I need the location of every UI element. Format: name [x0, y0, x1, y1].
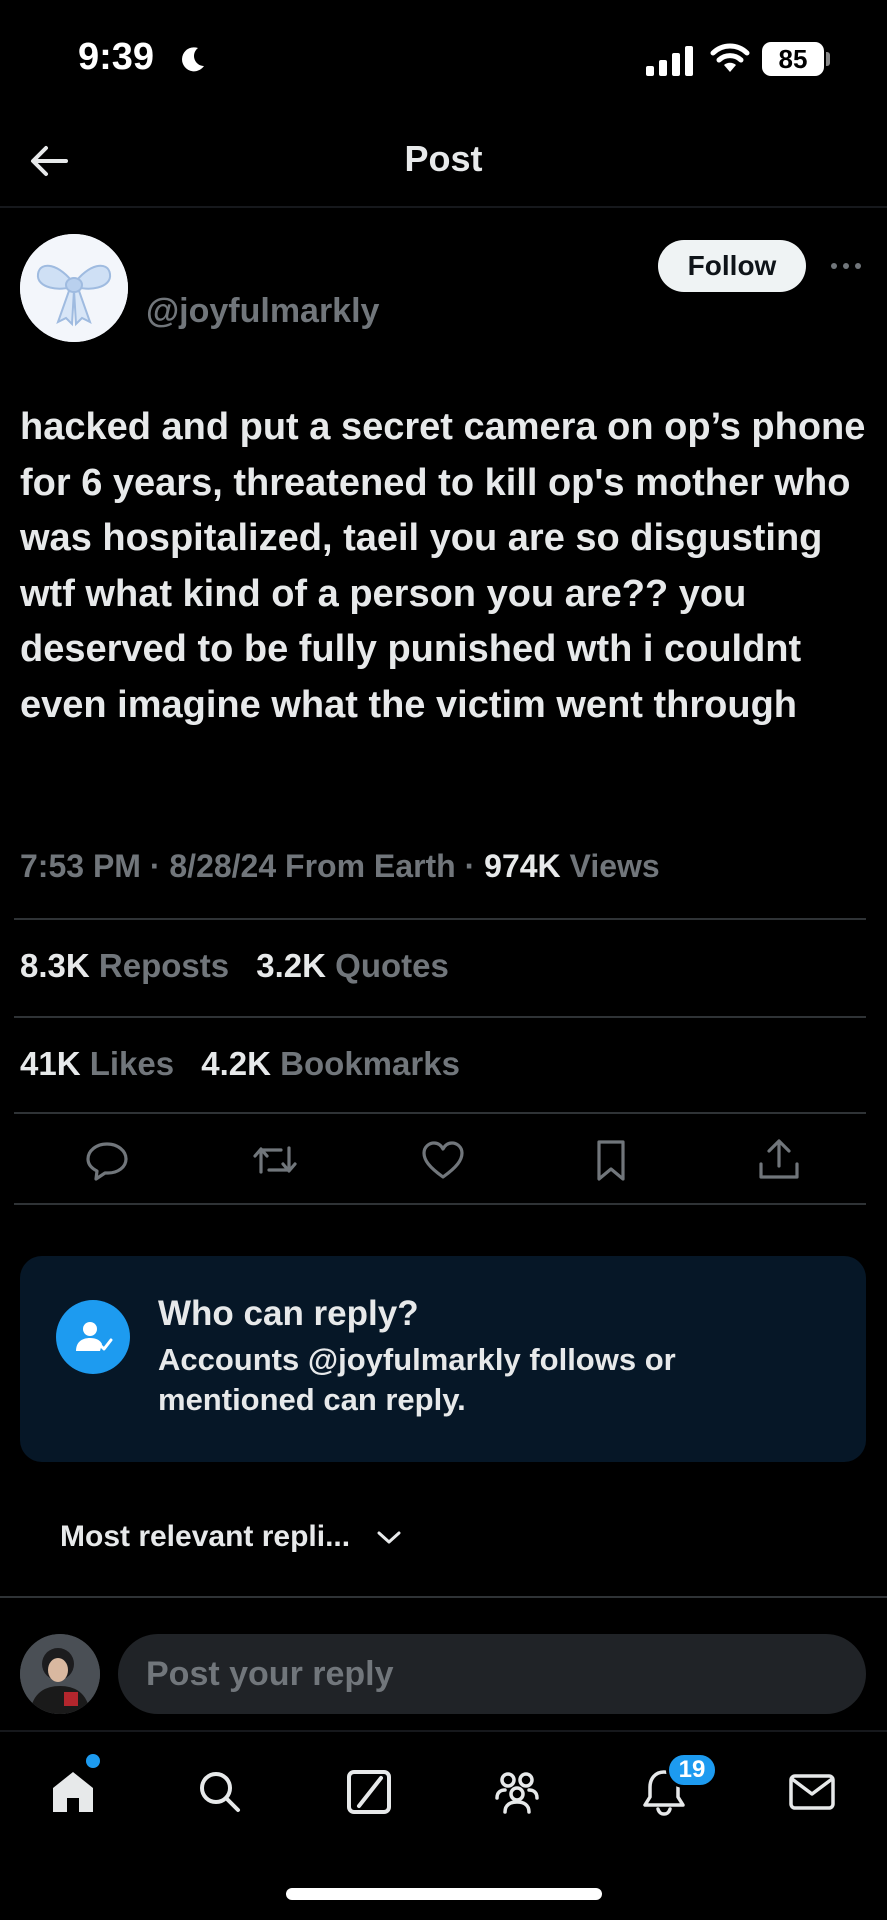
meta-separator: ·	[464, 848, 485, 884]
moon-icon	[182, 47, 204, 72]
divider	[14, 1203, 866, 1205]
author-avatar[interactable]	[20, 234, 128, 342]
communities-icon[interactable]	[489, 1764, 545, 1820]
follow-button[interactable]: Follow	[658, 240, 806, 292]
bookmarks-stat[interactable]: 4.2K Bookmarks	[201, 1045, 478, 1082]
post-time: 7:53 PM	[20, 848, 141, 884]
bookmarks-count: 4.2K	[201, 1045, 271, 1082]
reply-icon[interactable]	[83, 1136, 131, 1184]
person-check-icon	[56, 1300, 130, 1374]
likes-count: 41K	[20, 1045, 81, 1082]
composer-divider	[0, 1596, 887, 1598]
reposts-stat[interactable]: 8.3K Reposts	[20, 947, 247, 984]
views-label: Views	[569, 848, 660, 884]
quotes-label: Quotes	[335, 947, 449, 984]
repost-icon[interactable]	[251, 1136, 299, 1184]
notification-badge: 19	[666, 1752, 718, 1788]
meta-separator: ·	[149, 848, 170, 884]
post-meta: 7:53 PM · 8/28/24 From Earth · 974K View…	[20, 848, 660, 885]
reply-card-description: Accounts @joyfulmarkly follows or mentio…	[158, 1342, 676, 1417]
reply-sort-selector[interactable]: Most relevant repli...	[60, 1520, 404, 1554]
bookmarks-label: Bookmarks	[280, 1045, 460, 1082]
who-can-reply-card: Who can reply? Accounts @joyfulmarkly fo…	[20, 1256, 866, 1462]
reposts-label: Reposts	[98, 947, 230, 984]
wifi-icon	[710, 43, 750, 72]
messages-icon[interactable]	[784, 1764, 840, 1820]
home-notification-dot	[86, 1754, 100, 1768]
header-divider	[0, 206, 887, 208]
share-icon[interactable]	[755, 1136, 803, 1184]
search-icon[interactable]	[192, 1764, 248, 1820]
likes-label: Likes	[89, 1045, 175, 1082]
home-icon[interactable]	[45, 1764, 101, 1820]
status-time: 9:39	[78, 36, 155, 78]
chevron-down-icon	[377, 1531, 401, 1544]
sort-label: Most relevant repli...	[60, 1520, 351, 1553]
bow-icon	[20, 234, 128, 342]
my-avatar[interactable]	[20, 1634, 100, 1714]
author-username[interactable]: @joyfulmarkly	[146, 292, 379, 331]
bookmark-icon[interactable]	[587, 1136, 635, 1184]
reply-card-title: Who can reply?	[158, 1294, 419, 1333]
header: Post	[0, 120, 887, 208]
post-text: hacked and put a secret camera on op’s p…	[20, 406, 866, 726]
divider	[14, 1016, 866, 1018]
stats-row-likes: 41K Likes 4.2K Bookmarks	[20, 1045, 478, 1083]
stats-row-reposts: 8.3K Reposts 3.2K Quotes	[20, 947, 467, 985]
quotes-count: 3.2K	[256, 947, 326, 984]
grok-icon[interactable]	[341, 1764, 397, 1820]
battery-indicator: 85	[762, 42, 824, 76]
status-bar: 9:39 85	[0, 0, 887, 120]
battery-tip	[826, 52, 830, 66]
more-options-icon[interactable]	[828, 252, 864, 280]
profile-photo-icon	[20, 1634, 100, 1714]
quotes-stat[interactable]: 3.2K Quotes	[256, 947, 467, 984]
like-icon[interactable]	[419, 1136, 467, 1184]
post-date: 8/28/24	[169, 848, 277, 884]
views-count: 974K	[484, 848, 561, 884]
signal-icon	[646, 46, 693, 76]
reposts-count: 8.3K	[20, 947, 90, 984]
page-title: Post	[404, 138, 483, 179]
home-indicator[interactable]	[286, 1888, 602, 1900]
likes-stat[interactable]: 41K Likes	[20, 1045, 192, 1082]
post-source: From Earth	[285, 848, 456, 884]
reply-input[interactable]	[118, 1634, 866, 1714]
divider	[14, 918, 866, 920]
divider	[14, 1112, 866, 1114]
